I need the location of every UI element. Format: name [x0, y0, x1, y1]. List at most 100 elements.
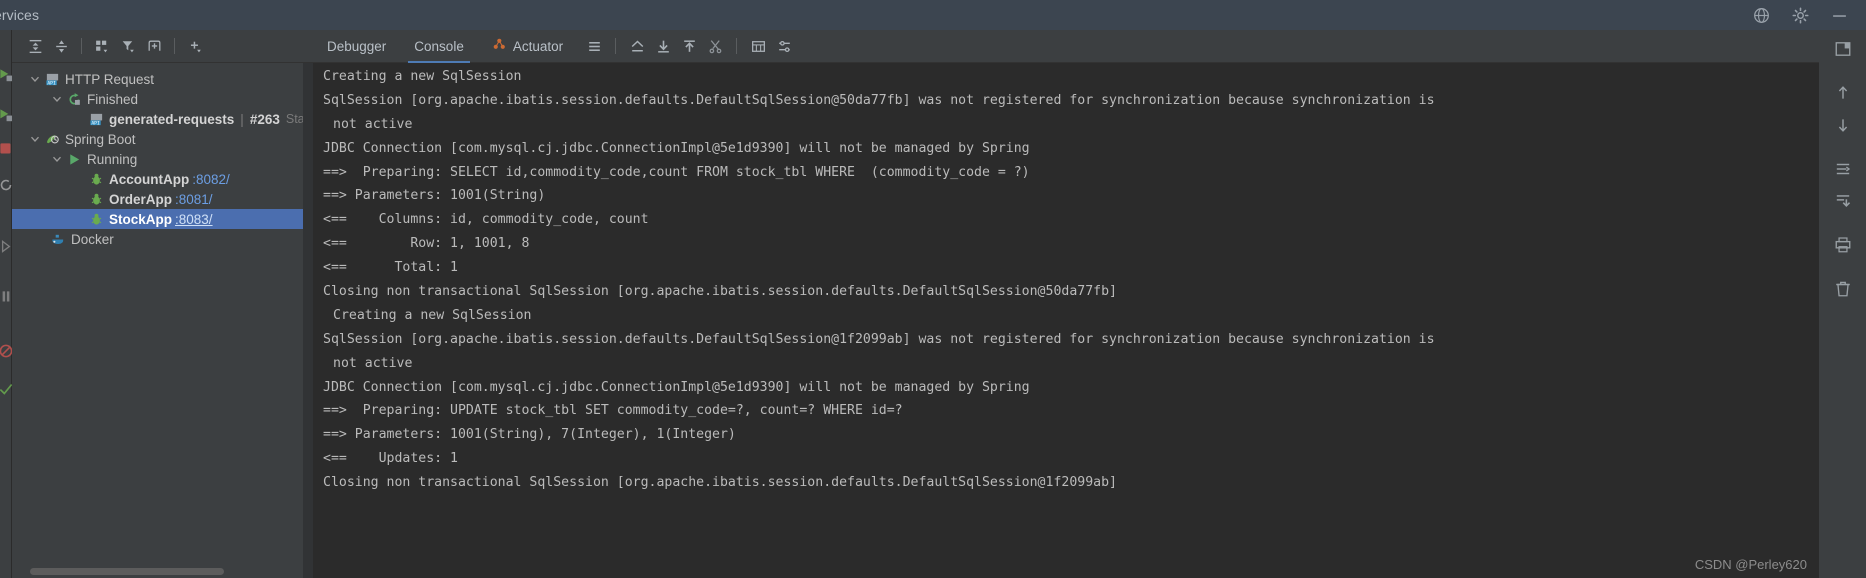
- tree-label: Docker: [71, 231, 114, 247]
- console-line: <== Total: 1: [323, 260, 458, 276]
- globe-icon[interactable]: [1753, 7, 1770, 24]
- tree-node-finished[interactable]: Finished: [12, 89, 303, 109]
- tree-node-generated-requests[interactable]: API generated-requests | #263 Statu: [12, 109, 303, 129]
- console-line: not active: [333, 116, 413, 132]
- arrow-up-thin-icon[interactable]: [1828, 78, 1858, 108]
- console-output-wrapper: Creating a new SqlSession SqlSession [org…: [303, 63, 1819, 578]
- services-toolbar: [12, 30, 303, 63]
- chevron-down-icon[interactable]: [28, 72, 42, 86]
- chevron-down-icon[interactable]: [50, 92, 64, 106]
- scroll-to-end-button[interactable]: [650, 33, 676, 59]
- settings-gear-icon[interactable]: [1792, 6, 1809, 24]
- actuator-beans-icon: [492, 37, 507, 55]
- tree-label: AccountApp: [109, 171, 190, 187]
- soft-wrap-button[interactable]: [581, 33, 607, 59]
- tree-label-port[interactable]: :8082/: [192, 172, 230, 187]
- group-by-button[interactable]: [89, 33, 115, 59]
- console-line: ==> Parameters: 1001(String): [323, 188, 546, 204]
- window-title-bar: ervices: [0, 0, 1866, 30]
- rerun-green-icon: [66, 91, 82, 107]
- tab-debugger[interactable]: Debugger: [313, 30, 400, 63]
- tab-label: Actuator: [512, 38, 564, 54]
- tree-label: StockApp: [109, 211, 173, 227]
- tree-label-build-number: #263: [249, 111, 280, 127]
- scroll-to-top-button[interactable]: [624, 33, 650, 59]
- tree-node-running[interactable]: Running: [12, 149, 303, 169]
- services-tool-window: ervices: [0, 0, 1866, 578]
- tree-node-docker[interactable]: Docker: [12, 229, 303, 249]
- debug-bug-icon: [88, 211, 104, 227]
- tree-label-separator: |: [240, 111, 244, 127]
- docker-whale-icon: [50, 231, 66, 247]
- tree-label: Finished: [87, 91, 139, 107]
- minimize-icon[interactable]: [1831, 7, 1848, 24]
- tree-node-order-app[interactable]: OrderApp :8081/: [12, 189, 303, 209]
- console-line: ==> Preparing: UPDATE stock_tbl SET comm…: [323, 403, 903, 419]
- window-body: API HTTP Request Finished API generated-…: [0, 30, 1866, 578]
- console-line: <== Row: 1, 1001, 8: [323, 236, 530, 252]
- run-play-icon: [66, 151, 82, 167]
- left-icon-rail: [0, 30, 13, 578]
- cut-icon[interactable]: [702, 33, 728, 59]
- scroll-to-end-icon[interactable]: [1828, 186, 1858, 216]
- sliders-icon[interactable]: [771, 33, 797, 59]
- toolbar-divider-2: [174, 38, 175, 54]
- console-tabs-bar: Debugger Console Actuator: [303, 30, 1819, 63]
- right-tool-rail: [1819, 30, 1866, 578]
- console-line: ==> Preparing: SELECT id,commodity_code,…: [323, 164, 1030, 180]
- tree-label: OrderApp: [109, 191, 173, 207]
- tree-label-port[interactable]: :8083/: [175, 212, 213, 227]
- scroll-to-start-button[interactable]: [676, 33, 702, 59]
- tabs-divider-2: [736, 38, 738, 54]
- table-icon[interactable]: [745, 33, 771, 59]
- tab-console[interactable]: Console: [400, 30, 478, 63]
- svg-text:API: API: [91, 120, 100, 126]
- console-line: SqlSession [org.apache.ibatis.session.de…: [323, 92, 1435, 108]
- services-panel: API HTTP Request Finished API generated-…: [12, 30, 303, 578]
- add-service-button[interactable]: [182, 33, 208, 59]
- svg-text:API: API: [47, 80, 56, 86]
- console-line: JDBC Connection [com.mysql.cj.jdbc.Conne…: [323, 379, 1030, 395]
- console-line: Closing non transactional SqlSession [or…: [323, 284, 1117, 300]
- tree-label-status: Statu: [285, 112, 303, 126]
- tree-label-port[interactable]: :8081/: [175, 192, 213, 207]
- tree-node-account-app[interactable]: AccountApp :8082/: [12, 169, 303, 189]
- layout-panels-icon[interactable]: [1828, 34, 1858, 64]
- console-line: ==> Parameters: 1001(String), 7(Integer)…: [323, 427, 736, 443]
- debug-bug-icon: [88, 191, 104, 207]
- printer-icon[interactable]: [1828, 230, 1858, 260]
- tree-label: HTTP Request: [65, 71, 155, 87]
- console-line: Creating a new SqlSession: [323, 69, 522, 84]
- watermark: CSDN @Perley620: [1694, 557, 1807, 572]
- console-output[interactable]: Creating a new SqlSession SqlSession [org…: [313, 63, 1819, 578]
- services-horizontal-scrollbar[interactable]: [30, 568, 224, 575]
- console-gutter: [303, 63, 313, 578]
- window-title: ervices: [0, 7, 40, 23]
- trash-icon[interactable]: [1828, 274, 1858, 304]
- tabs-divider: [615, 38, 617, 54]
- services-tree[interactable]: API HTTP Request Finished API generated-…: [12, 63, 303, 578]
- console-line: JDBC Connection [com.mysql.cj.jdbc.Conne…: [323, 140, 1030, 156]
- api-request-icon: API: [88, 111, 104, 127]
- console-content: Debugger Console Actuator Creating a new…: [303, 30, 1819, 578]
- tree-node-http-request[interactable]: API HTTP Request: [12, 69, 303, 89]
- console-line: <== Updates: 1: [323, 451, 458, 467]
- expand-all-button[interactable]: [22, 33, 48, 59]
- tree-node-stock-app[interactable]: StockApp :8083/: [12, 209, 303, 229]
- filter-button[interactable]: [115, 33, 141, 59]
- arrow-down-thin-icon[interactable]: [1828, 110, 1858, 140]
- tab-actuator[interactable]: Actuator: [478, 30, 577, 63]
- wrap-text-icon[interactable]: [1828, 154, 1858, 184]
- console-line: Creating a new SqlSession: [333, 307, 532, 323]
- collapse-all-button[interactable]: [48, 33, 74, 59]
- add-frame-icon[interactable]: [141, 33, 167, 59]
- window-title-icons: [1753, 0, 1866, 30]
- chevron-down-icon[interactable]: [50, 152, 64, 166]
- chevron-down-icon[interactable]: [28, 132, 42, 146]
- tree-label: Running: [87, 151, 138, 167]
- toolbar-divider: [81, 38, 82, 54]
- tree-node-spring-boot[interactable]: Spring Boot: [12, 129, 303, 149]
- console-line: not active: [333, 355, 413, 371]
- tab-label: Console: [414, 38, 464, 54]
- console-line: Closing non transactional SqlSession [or…: [323, 475, 1117, 491]
